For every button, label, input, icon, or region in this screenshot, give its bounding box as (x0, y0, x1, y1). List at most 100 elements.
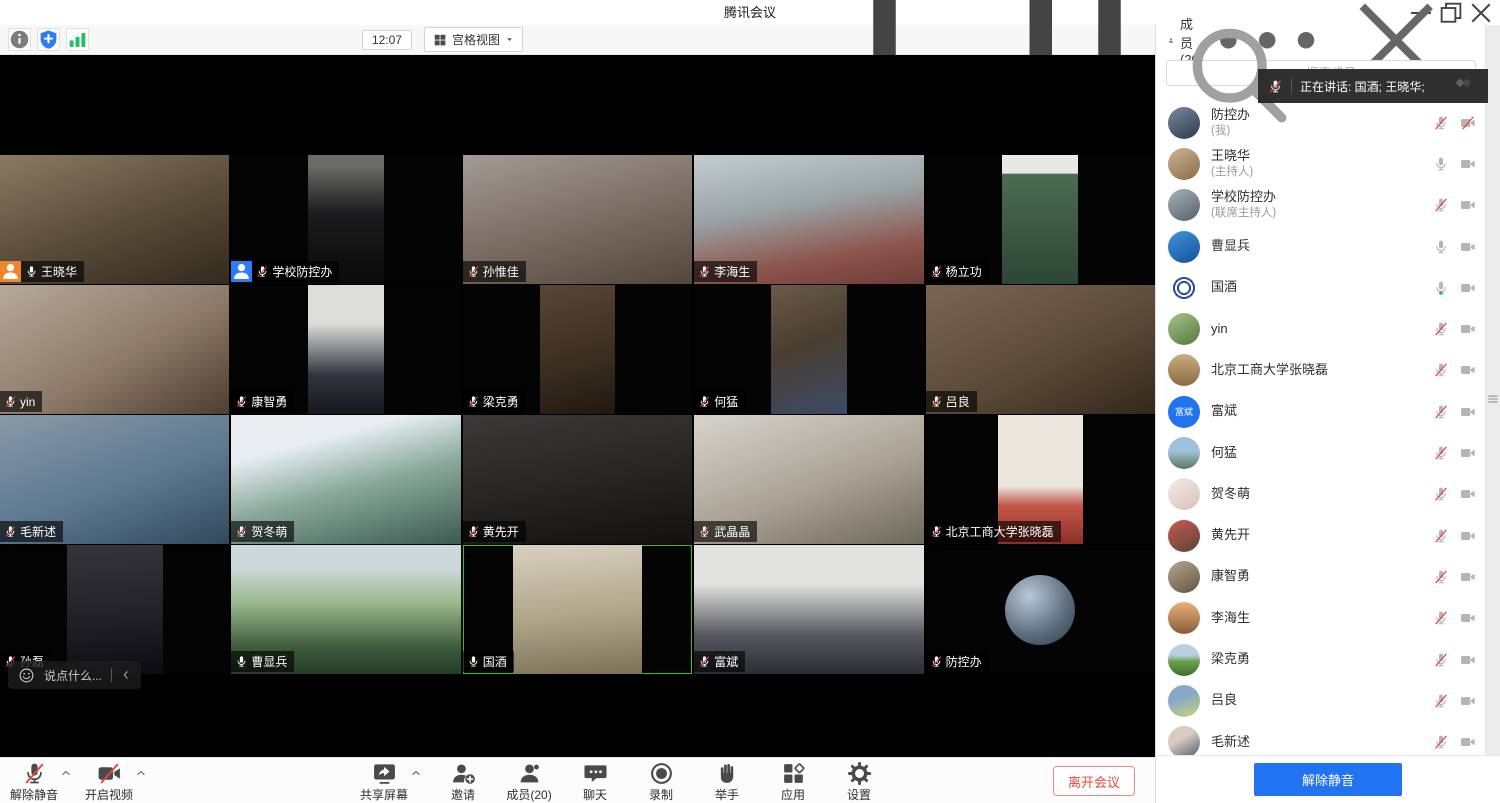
close-button[interactable] (1466, 0, 1496, 25)
chevron-up-icon[interactable] (136, 768, 146, 778)
mic-muted-icon[interactable] (1433, 115, 1449, 131)
video-tile[interactable]: yin (0, 285, 229, 414)
toolbar-item[interactable]: 开启视频 (85, 761, 133, 803)
member-name: 何猛 (1211, 445, 1433, 462)
camera-icon[interactable] (1460, 610, 1476, 626)
unmute-button[interactable]: 解除静音 (1254, 763, 1402, 796)
toolbar-item[interactable]: 聊天 (571, 761, 619, 803)
video-tile[interactable]: 武晶晶 (694, 415, 923, 544)
video-tile[interactable]: 国酒 (463, 545, 692, 674)
camera-icon[interactable] (1460, 569, 1476, 585)
video-tile[interactable]: 毛新述 (0, 415, 229, 544)
camera-icon[interactable] (1460, 197, 1476, 213)
member-row[interactable]: yin (1156, 308, 1485, 349)
member-role: (联席主持人) (1211, 206, 1433, 221)
mic-muted-icon[interactable] (1433, 528, 1449, 544)
member-name: 国酒 (1211, 279, 1433, 296)
mic-muted-icon[interactable] (1433, 445, 1449, 461)
video-tile[interactable]: 富斌 (694, 545, 923, 674)
camera-icon[interactable] (1460, 445, 1476, 461)
video-tile[interactable]: 北京工商大学张晓磊 (926, 415, 1155, 544)
video-tile[interactable]: 曹显兵 (231, 545, 460, 674)
toolbar-item[interactable]: 成员(20) (505, 761, 553, 803)
camera-icon[interactable] (1460, 362, 1476, 378)
toolbar-item[interactable]: 举手 (703, 761, 751, 803)
chat-quick-input[interactable]: 说点什么... (8, 661, 141, 689)
mic-muted-icon[interactable] (1433, 486, 1449, 502)
mic-muted-icon[interactable] (1433, 321, 1449, 337)
camera-icon[interactable] (1460, 693, 1476, 709)
toolbar-item[interactable]: 邀请 (439, 761, 487, 803)
mic-muted-icon[interactable] (1433, 693, 1449, 709)
mic-muted-icon[interactable] (1433, 569, 1449, 585)
video-tile[interactable]: 王晓华 (0, 155, 229, 284)
camera-icon[interactable] (1460, 486, 1476, 502)
video-tile[interactable]: 杨立功 (926, 155, 1155, 284)
video-tile[interactable]: 何猛 (694, 285, 923, 414)
network-status-button[interactable] (66, 28, 89, 51)
mic-muted-icon[interactable] (1433, 362, 1449, 378)
video-tile[interactable]: 黄先开 (463, 415, 692, 544)
toolbar-item[interactable]: 设置 (835, 761, 883, 803)
video-tile[interactable]: 孙磊 (0, 545, 229, 674)
video-tile[interactable]: 李海生 (694, 155, 923, 284)
mic-icon[interactable] (1433, 280, 1449, 296)
video-tile[interactable]: 康智勇 (231, 285, 460, 414)
camera-icon[interactable] (1460, 156, 1476, 172)
camera-icon[interactable] (1460, 404, 1476, 420)
toolbar-item-wrap: 聊天 (571, 761, 619, 803)
member-row[interactable]: 曹显兵 (1156, 226, 1485, 267)
video-tile[interactable]: 梁克勇 (463, 285, 692, 414)
member-row[interactable]: 黄先开 (1156, 515, 1485, 556)
member-row[interactable]: 防控办(我) (1156, 102, 1485, 143)
member-row[interactable]: 梁克勇 (1156, 639, 1485, 680)
security-button[interactable] (37, 28, 60, 51)
mic-icon[interactable] (1433, 239, 1449, 255)
video-tile[interactable]: 吕良 (926, 285, 1155, 414)
camera-icon[interactable] (1460, 652, 1476, 668)
camera-icon[interactable] (1460, 321, 1476, 337)
mic-muted-icon[interactable] (1433, 734, 1449, 750)
member-row[interactable]: 国酒 (1156, 267, 1485, 308)
chevron-up-icon[interactable] (61, 768, 71, 778)
leave-meeting-button[interactable]: 离开会议 (1053, 766, 1135, 796)
member-row[interactable]: 何猛 (1156, 432, 1485, 473)
member-row[interactable]: 学校防控办(联席主持人) (1156, 185, 1485, 226)
toolbar-item[interactable]: 解除静音 (10, 761, 58, 803)
toolbar-item[interactable]: 应用 (769, 761, 817, 803)
panel-scrollbar[interactable] (1485, 25, 1500, 755)
member-row[interactable]: 贺冬萌 (1156, 474, 1485, 515)
toolbar-item[interactable]: 共享屏幕 (360, 761, 408, 803)
chevron-up-icon[interactable] (411, 768, 421, 778)
mic-muted-icon[interactable] (1433, 610, 1449, 626)
video-tile[interactable]: 学校防控办 (231, 155, 460, 284)
camera-icon[interactable] (1460, 734, 1476, 750)
mic-muted-icon[interactable] (1433, 652, 1449, 668)
camera-icon[interactable] (1460, 239, 1476, 255)
video-feed (513, 545, 641, 674)
camera-icon[interactable] (1460, 528, 1476, 544)
mic-muted-icon[interactable] (1433, 197, 1449, 213)
toolbar-item[interactable]: 录制 (637, 761, 685, 803)
member-row[interactable]: 王晓华(主持人) (1156, 143, 1485, 184)
mic-icon[interactable] (1433, 156, 1449, 172)
member-row[interactable]: 北京工商大学张晓磊 (1156, 350, 1485, 391)
mic-muted-icon[interactable] (1433, 404, 1449, 420)
mic-muted-icon (930, 525, 943, 538)
member-row[interactable]: 李海生 (1156, 598, 1485, 639)
member-row[interactable]: 吕良 (1156, 680, 1485, 721)
member-row[interactable]: 毛新述 (1156, 721, 1485, 755)
avatar (1168, 148, 1200, 180)
chevron-left-icon[interactable] (121, 670, 131, 680)
meeting-info-button[interactable] (8, 28, 31, 51)
member-name: 毛新述 (1211, 734, 1433, 751)
member-row[interactable]: 康智勇 (1156, 556, 1485, 597)
camera-off-icon[interactable] (1460, 115, 1476, 131)
camera-icon[interactable] (1460, 280, 1476, 296)
view-mode-button[interactable]: 宫格视图 (424, 27, 523, 52)
video-tile[interactable]: 防控办 (926, 545, 1155, 674)
video-tile[interactable]: 贺冬萌 (231, 415, 460, 544)
video-tile[interactable]: 孙惟佳 (463, 155, 692, 284)
member-row[interactable]: 富斌富斌 (1156, 391, 1485, 432)
toolbar-item-label: 录制 (649, 786, 673, 803)
